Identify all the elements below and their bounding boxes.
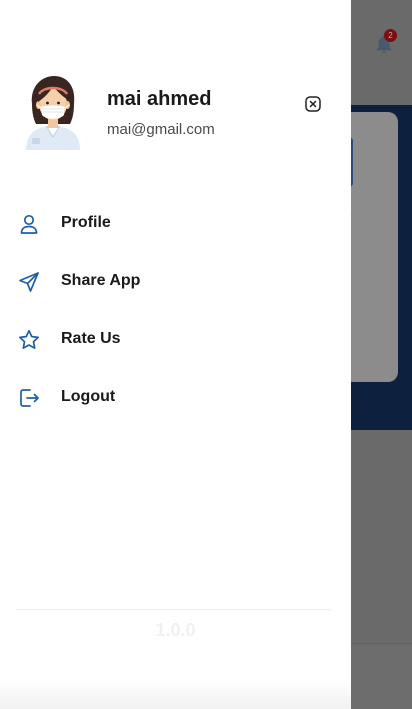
user-name: mai ahmed <box>107 88 212 110</box>
app-version: 1.0.0 <box>155 620 196 640</box>
menu-item-share-app[interactable]: Share App <box>0 253 351 311</box>
divider <box>16 609 332 610</box>
close-icon[interactable] <box>304 95 322 113</box>
user-icon <box>20 214 38 234</box>
menu-item-logout[interactable]: Logout <box>0 369 351 427</box>
notification-badge: 2 <box>384 29 397 42</box>
drawer-bottom-edge <box>0 680 351 709</box>
menu-item-profile[interactable]: Profile <box>0 195 351 253</box>
menu-item-label: Share App <box>61 272 141 289</box>
logout-icon <box>20 389 39 407</box>
avatar <box>26 76 80 150</box>
menu-item-label: Rate Us <box>61 330 121 347</box>
navigation-drawer: mai ahmed mai@gmail.com Profile Share Ap… <box>0 0 351 709</box>
star-icon <box>19 329 39 349</box>
send-icon <box>19 272 39 292</box>
menu-item-label: Profile <box>61 214 111 231</box>
user-email: mai@gmail.com <box>107 121 215 138</box>
menu-item-label: Logout <box>61 388 116 405</box>
menu-item-rate-us[interactable]: Rate Us <box>0 311 351 369</box>
